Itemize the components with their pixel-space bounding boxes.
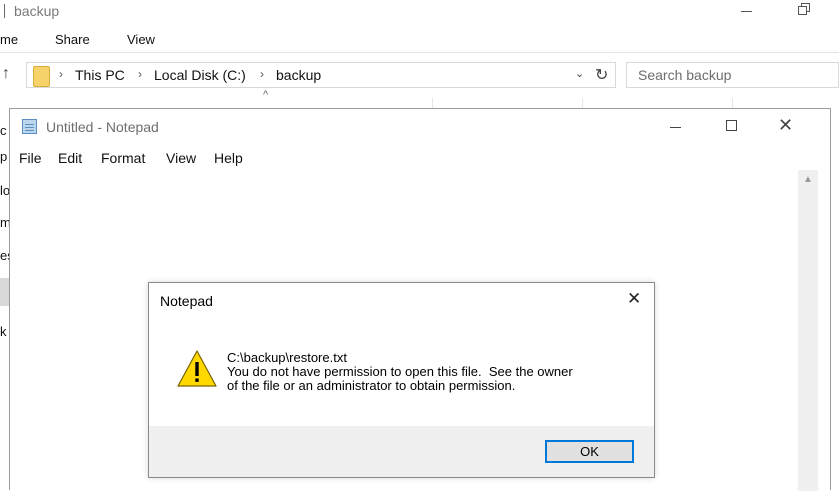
notepad-minimize-button[interactable] [670, 127, 681, 128]
explorer-title: backup [14, 3, 60, 19]
nav-item[interactable]: c [0, 123, 7, 138]
notepad-menu-bar: File Edit Format View Help [10, 149, 830, 169]
up-arrow-icon[interactable]: ↑ [2, 65, 10, 83]
breadcrumb-local-disk[interactable]: Local Disk (C:) [154, 67, 246, 83]
menu-edit[interactable]: Edit [58, 150, 82, 166]
nav-item[interactable]: k [0, 324, 7, 339]
ribbon-tab-home[interactable]: me [0, 32, 18, 47]
chevron-right-icon: › [59, 67, 63, 81]
breadcrumb-this-pc[interactable]: This PC [75, 67, 125, 83]
ribbon-tab-share[interactable]: Share [55, 32, 90, 47]
explorer-title-bar: backup [0, 0, 839, 24]
address-row: ↑ › This PC › Local Disk (C:) › backup ⌄… [0, 60, 839, 90]
menu-format[interactable]: Format [101, 150, 145, 166]
chevron-right-icon: › [138, 67, 142, 81]
message-line-2: of the file or an administrator to obtai… [227, 378, 516, 393]
notepad-title-bar[interactable]: Untitled - Notepad ✕ [10, 109, 830, 143]
search-input[interactable]: Search backup [626, 62, 839, 88]
dialog-footer: OK [149, 426, 654, 477]
menu-view[interactable]: View [166, 150, 196, 166]
notepad-title: Untitled - Notepad [46, 119, 159, 135]
refresh-icon[interactable]: ↻ [595, 65, 608, 85]
notepad-maximize-button[interactable] [726, 120, 737, 131]
chevron-down-icon[interactable]: ⌄ [575, 67, 584, 80]
ribbon-tab-view[interactable]: View [127, 32, 155, 47]
notepad-close-icon[interactable]: ✕ [778, 115, 793, 136]
dialog-title: Notepad [160, 293, 213, 309]
message-line-1: You do not have permission to open this … [227, 364, 573, 379]
ok-button[interactable]: OK [545, 440, 634, 463]
address-bar[interactable]: › This PC › Local Disk (C:) › backup ⌄ ↻ [26, 62, 616, 88]
notepad-scrollbar[interactable]: ▲ [798, 170, 818, 491]
warning-icon [177, 350, 217, 387]
scroll-up-icon[interactable]: ▲ [803, 174, 813, 185]
nav-item[interactable]: p [0, 149, 7, 164]
notepad-icon [22, 119, 37, 134]
dialog-message: C:\backup\restore.txt You do not have pe… [227, 351, 573, 393]
file-path-text: C:\backup\restore.txt [227, 350, 347, 365]
breadcrumb-backup[interactable]: backup [276, 67, 321, 83]
column-header: ^ [0, 89, 839, 110]
dialog-close-icon[interactable]: ✕ [627, 289, 641, 309]
permission-error-dialog: Notepad ✕ C:\backup\restore.txt You do n… [148, 282, 655, 478]
chevron-right-icon: › [260, 67, 264, 81]
title-separator [4, 4, 5, 18]
explorer-restore-icon[interactable] [798, 3, 810, 15]
menu-help[interactable]: Help [214, 150, 243, 166]
search-placeholder: Search backup [638, 67, 732, 83]
menu-file[interactable]: File [19, 150, 42, 166]
explorer-minimize-button[interactable] [741, 11, 752, 12]
nav-item-selected[interactable] [0, 278, 9, 306]
explorer-ribbon: me Share View [0, 28, 839, 53]
folder-icon [33, 66, 50, 87]
sort-caret-icon[interactable]: ^ [263, 89, 268, 101]
